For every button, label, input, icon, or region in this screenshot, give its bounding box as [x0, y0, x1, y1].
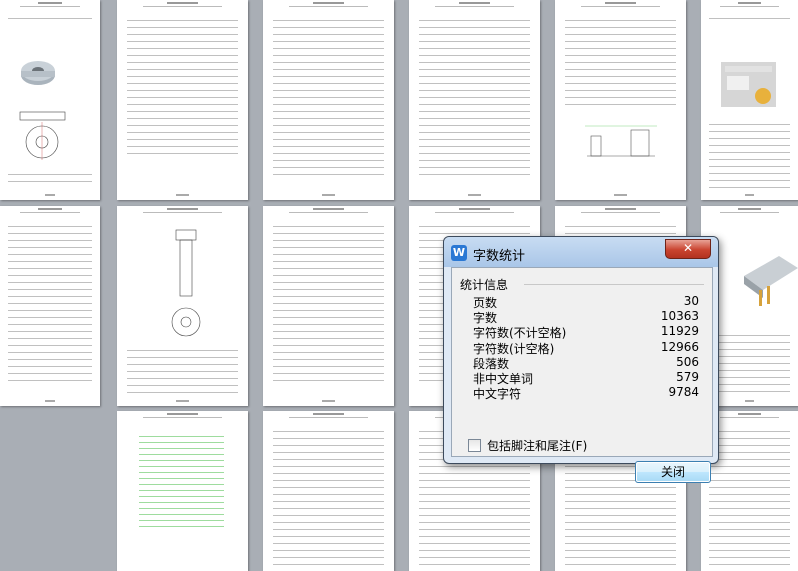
part-image [739, 246, 798, 316]
stat-row-chars-with-spaces: 字符数(计空格) 12966 [452, 339, 712, 356]
group-divider [524, 284, 704, 285]
wps-app-icon: W [451, 245, 467, 261]
page-thumbnail[interactable] [263, 206, 394, 406]
stat-value: 506 [676, 354, 699, 369]
page-thumbnail[interactable] [117, 0, 248, 200]
stat-value: 579 [676, 369, 699, 384]
stat-row-words: 字数 10363 [452, 309, 712, 325]
statistics-list: 页数 30 字数 10363 字符数(不计空格) 11929 字符数(计空格) … [452, 294, 712, 402]
stat-row-chinese-chars: 中文字符 9784 [452, 385, 712, 402]
page-thumbnail[interactable] [555, 0, 686, 200]
screenshot-image [721, 62, 776, 107]
dialog-title-bar[interactable]: W 字数统计 ✕ [444, 237, 718, 267]
page-thumbnail[interactable] [0, 206, 100, 406]
stat-value: 30 [683, 294, 699, 308]
statistics-group-label: 统计信息 [460, 278, 509, 292]
table-image [139, 431, 224, 531]
stat-row-paragraphs: 段落数 506 [452, 354, 712, 371]
stat-label: 中文字符 [473, 387, 522, 402]
page-thumbnail[interactable] [117, 206, 248, 406]
include-footnotes-option[interactable]: 包括脚注和尾注(F) [468, 437, 587, 454]
dialog-body: 统计信息 页数 30 字数 10363 字符数(不计空格) 11929 字符数(… [451, 267, 713, 483]
include-footnotes-label: 包括脚注和尾注(F) [487, 439, 588, 453]
drawing-image [15, 110, 70, 160]
stat-value: 9784 [668, 385, 699, 400]
stat-value: 10363 [660, 309, 699, 324]
stat-row-pages: 页数 30 [452, 294, 712, 310]
part-image [18, 55, 58, 100]
stat-row-non-chinese-words: 非中文单词 579 [452, 369, 712, 386]
dialog-title: 字数统计 [473, 249, 526, 264]
page-thumbnail[interactable] [409, 0, 540, 200]
drawing-image [585, 122, 657, 160]
page-thumbnail[interactable] [263, 411, 394, 571]
stat-row-chars-no-spaces: 字符数(不计空格) 11929 [452, 324, 712, 340]
close-button[interactable]: 关闭 [635, 461, 711, 483]
include-footnotes-checkbox[interactable] [468, 439, 481, 452]
stat-value: 11929 [660, 324, 699, 339]
drawing-image [162, 228, 207, 343]
page-thumbnail[interactable] [0, 0, 100, 200]
stat-value: 12966 [660, 339, 699, 354]
page-thumbnail[interactable] [263, 0, 394, 200]
page-thumbnail[interactable] [117, 411, 248, 571]
close-icon[interactable]: ✕ [665, 239, 711, 259]
page-thumbnail[interactable] [701, 0, 798, 200]
word-count-dialog: W 字数统计 ✕ 统计信息 页数 30 字数 10363 字符数(不计空格) 1… [443, 236, 719, 483]
